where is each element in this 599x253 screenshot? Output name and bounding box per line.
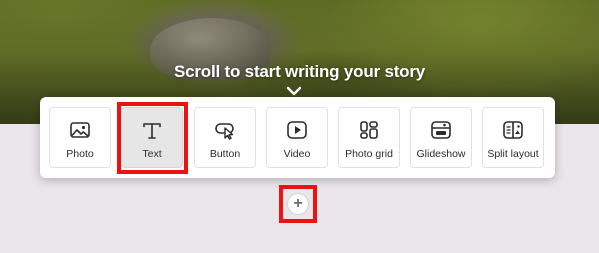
- text-icon: [143, 123, 161, 139]
- insert-photo-label: Photo: [66, 148, 94, 160]
- insert-content-menu: Photo Text Button Video Photo grid Glide…: [40, 97, 555, 178]
- insert-glideshow-label: Glideshow: [416, 148, 466, 160]
- insert-photo-grid-button[interactable]: Photo grid: [338, 107, 400, 168]
- hero-title: Scroll to start writing your story: [173, 62, 426, 81]
- plus-icon: +: [293, 195, 303, 212]
- button-cursor-icon: [215, 123, 234, 140]
- insert-split-layout-button[interactable]: Split layout: [482, 107, 544, 168]
- insert-button-button[interactable]: Button: [194, 107, 256, 168]
- glideshow-icon: [431, 121, 451, 139]
- insert-button-label: Button: [209, 148, 241, 160]
- video-icon: [287, 121, 307, 139]
- insert-text-label: Text: [142, 148, 162, 160]
- photo-icon: [70, 122, 90, 138]
- insert-glideshow-button[interactable]: Glideshow: [410, 107, 472, 168]
- insert-photo-button[interactable]: Photo: [49, 107, 111, 168]
- insert-photo-grid-label: Photo grid: [345, 148, 393, 160]
- insert-video-label: Video: [283, 148, 311, 160]
- photo-grid-icon: [360, 121, 378, 139]
- chevron-down-icon[interactable]: [287, 86, 301, 96]
- insert-text-button[interactable]: Text: [121, 107, 183, 168]
- insert-split-layout-label: Split layout: [487, 148, 539, 160]
- split-layout-icon: [503, 121, 523, 139]
- add-content-button[interactable]: +: [288, 194, 308, 214]
- insert-video-button[interactable]: Video: [266, 107, 328, 168]
